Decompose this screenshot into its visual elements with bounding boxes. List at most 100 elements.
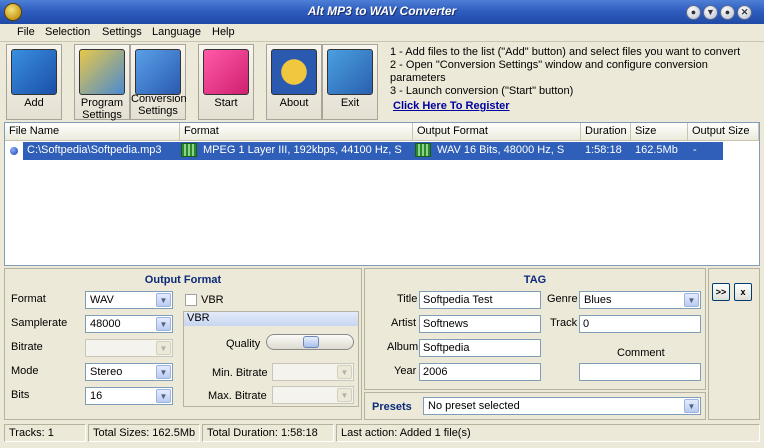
- vbr-checkbox-label: VBR: [201, 294, 224, 306]
- info-icon: [271, 49, 317, 95]
- about-button[interactable]: About: [266, 44, 322, 120]
- comment-field[interactable]: [579, 363, 701, 381]
- instructions: 1 - Add files to the list ("Add" button)…: [390, 46, 762, 98]
- menu-help[interactable]: Help: [212, 26, 235, 38]
- start-button[interactable]: Start: [198, 44, 254, 120]
- title-bar[interactable]: Alt MP3 to WAV Converter ● ▼ ● ✕: [0, 0, 764, 24]
- title-field[interactable]: Softpedia Test: [419, 291, 541, 309]
- presets-select[interactable]: No preset selected ▼: [423, 397, 701, 415]
- register-link[interactable]: Click Here To Register: [393, 100, 510, 112]
- bits-value: 16: [90, 390, 103, 402]
- samplerate-value: 48000: [90, 318, 121, 330]
- status-bar: Tracks: 1 Total Sizes: 162.5Mb Total Dur…: [0, 423, 764, 443]
- album-label: Album: [387, 341, 419, 353]
- menu-language[interactable]: Language: [152, 26, 201, 38]
- exit-button[interactable]: Exit: [322, 44, 378, 120]
- cell-file-name: C:\Softpedia\Softpedia.mp3: [27, 144, 162, 156]
- bits-select[interactable]: 16 ▼: [85, 387, 173, 405]
- table-row[interactable]: C:\Softpedia\Softpedia.mp3 MPEG 1 Layer …: [23, 142, 723, 160]
- chevron-down-icon: ▼: [156, 341, 171, 355]
- cell-size: 162.5Mb: [635, 144, 678, 156]
- start-music-icon: [203, 49, 249, 95]
- column-size[interactable]: Size: [631, 123, 688, 141]
- artist-field[interactable]: Softnews: [419, 315, 541, 333]
- presets-value: No preset selected: [428, 400, 520, 412]
- album-field[interactable]: Softpedia: [419, 339, 541, 357]
- presets-panel: Presets No preset selected ▼: [364, 392, 706, 420]
- program-settings-icon: [79, 49, 125, 95]
- chevron-down-icon: ▼: [156, 365, 171, 379]
- menu-settings[interactable]: Settings: [102, 26, 142, 38]
- quality-slider-thumb[interactable]: [303, 336, 319, 348]
- maximize-icon[interactable]: ●: [720, 5, 735, 20]
- column-output-format[interactable]: Output Format: [413, 123, 581, 141]
- min-bitrate-label: Min. Bitrate: [212, 367, 268, 379]
- genre-label: Genre: [547, 293, 578, 305]
- presets-label: Presets: [372, 401, 412, 413]
- quality-slider[interactable]: [266, 334, 354, 350]
- track-field[interactable]: 0: [579, 315, 701, 333]
- conversion-settings-button[interactable]: Conversion Settings: [130, 44, 187, 120]
- close-icon[interactable]: ✕: [737, 5, 752, 20]
- conversion-settings-icon: [135, 49, 181, 95]
- menu-file[interactable]: File: [17, 26, 35, 38]
- status-total-sizes: Total Sizes: 162.5Mb: [88, 424, 200, 442]
- status-tracks: Tracks: 1: [4, 424, 86, 442]
- chevron-down-icon: ▼: [337, 388, 352, 402]
- year-field[interactable]: 2006: [419, 363, 541, 381]
- mode-value: Stereo: [90, 366, 123, 378]
- about-button-label: About: [279, 97, 309, 109]
- chevron-down-icon: ▼: [156, 293, 171, 307]
- tag-title: TAG: [523, 274, 547, 286]
- expand-button[interactable]: >>: [712, 283, 730, 301]
- menu-selection[interactable]: Selection: [45, 26, 90, 38]
- add-button-label: Add: [24, 97, 44, 109]
- instruction-step-2: 2 - Open "Conversion Settings" window an…: [390, 59, 708, 84]
- exit-icon: [327, 49, 373, 95]
- start-button-label: Start: [214, 97, 238, 109]
- max-bitrate-select[interactable]: ▼: [272, 386, 354, 404]
- menu-bar: File Selection Settings Language Help: [0, 24, 764, 42]
- add-button[interactable]: Add: [6, 44, 62, 120]
- file-status-icon: [10, 147, 18, 155]
- column-format[interactable]: Format: [180, 123, 413, 141]
- cell-output-format: WAV 16 Bits, 48000 Hz, S: [437, 144, 565, 156]
- chevron-down-icon: ▼: [156, 317, 171, 331]
- column-duration[interactable]: Duration: [581, 123, 631, 141]
- samplerate-select[interactable]: 48000 ▼: [85, 315, 173, 333]
- title-label: Title: [397, 293, 418, 305]
- output-format-wave-icon: [415, 143, 431, 157]
- format-wave-icon: [181, 143, 197, 157]
- status-total-duration: Total Duration: 1:58:18: [202, 424, 334, 442]
- chevron-down-icon: ▼: [337, 365, 352, 379]
- instruction-step-1: 1 - Add files to the list ("Add" button)…: [390, 46, 741, 58]
- cell-output-size: -: [693, 144, 697, 156]
- column-output-size[interactable]: Output Size: [688, 123, 759, 141]
- exit-button-label: Exit: [340, 97, 360, 109]
- max-bitrate-label: Max. Bitrate: [208, 390, 267, 402]
- program-settings-button[interactable]: Program Settings: [74, 44, 130, 121]
- minimize-icon[interactable]: ▼: [703, 5, 718, 20]
- output-format-title: Output Format: [144, 274, 222, 286]
- column-file-name[interactable]: File Name: [5, 123, 180, 141]
- mode-select[interactable]: Stereo ▼: [85, 363, 173, 381]
- cell-duration: 1:58:18: [585, 144, 622, 156]
- mode-label: Mode: [11, 365, 39, 377]
- samplerate-label: Samplerate: [11, 317, 68, 329]
- bits-label: Bits: [11, 389, 30, 401]
- window-title: Alt MP3 to WAV Converter: [307, 4, 457, 18]
- quality-label: Quality: [226, 338, 261, 350]
- bitrate-label: Bitrate: [11, 341, 43, 353]
- conversion-settings-label: Conversion Settings: [131, 93, 187, 117]
- format-select[interactable]: WAV ▼: [85, 291, 173, 309]
- close-panel-button[interactable]: x: [734, 283, 752, 301]
- year-label: Year: [394, 365, 417, 377]
- chevron-down-icon: ▼: [684, 293, 699, 307]
- file-list[interactable]: File Name Format Output Format Duration …: [4, 122, 760, 266]
- bitrate-select[interactable]: ▼: [85, 339, 173, 357]
- add-file-icon: [11, 49, 57, 95]
- help-window-icon[interactable]: ●: [686, 5, 701, 20]
- min-bitrate-select[interactable]: ▼: [272, 363, 354, 381]
- genre-select[interactable]: Blues ▼: [579, 291, 701, 309]
- vbr-checkbox[interactable]: [185, 294, 197, 306]
